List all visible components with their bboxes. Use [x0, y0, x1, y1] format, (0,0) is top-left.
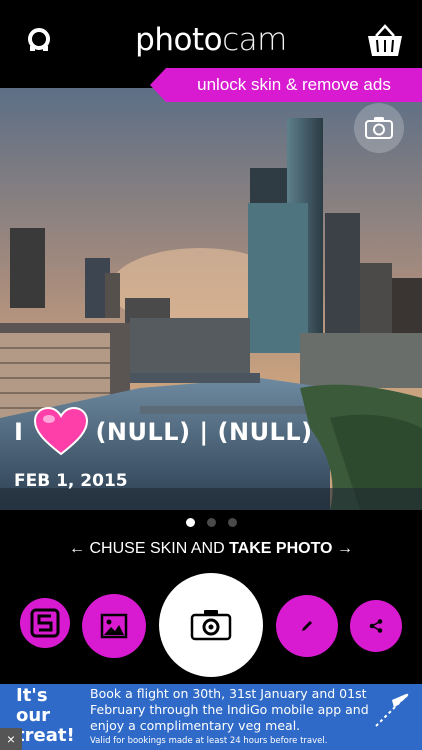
skin-caption: I (NULL) | (NULL): [14, 407, 313, 457]
ad-logo-line3: treat!: [16, 725, 75, 746]
app-title-cam: cam: [222, 22, 287, 58]
ad-banner[interactable]: It's our treat! Book a flight on 30th, 3…: [0, 684, 422, 750]
caption-text: (NULL) | (NULL): [95, 418, 313, 446]
skin-s-icon: [30, 608, 60, 638]
unlock-skin-banner[interactable]: unlock skin & remove ads: [150, 68, 422, 102]
ad-footnote: Valid for bookings made at least 24 hour…: [90, 736, 328, 746]
hint-text: ← CHUSE SKIN AND TAKE PHOTO →: [0, 540, 422, 558]
share-icon: [369, 619, 383, 633]
ad-close-button[interactable]: ×: [0, 728, 22, 750]
switch-camera-button[interactable]: [354, 103, 404, 153]
caption-date: FEB 1, 2015: [14, 471, 128, 491]
airplane-icon: [375, 691, 411, 727]
image-gallery-icon: [100, 613, 128, 639]
pager-dot[interactable]: [185, 518, 195, 527]
gallery-button[interactable]: [82, 594, 146, 658]
app-title: photocam: [0, 22, 422, 58]
shutter-button[interactable]: [159, 573, 263, 677]
pager-dot[interactable]: [227, 518, 237, 527]
pager-dot[interactable]: [206, 518, 216, 527]
skin-button[interactable]: [20, 598, 70, 648]
camera-icon: [190, 610, 232, 641]
switch-camera-icon: [365, 117, 393, 139]
pencil-icon: [302, 621, 312, 631]
ad-logo-line1: It's: [16, 685, 48, 706]
skin-pager: [0, 518, 422, 527]
hint-bold: TAKE PHOTO: [229, 540, 333, 557]
ad-text: Book a flight on 30th, 31st January and …: [90, 686, 369, 733]
app-title-photo: photo: [135, 22, 223, 58]
ad-logo: It's our treat!: [16, 686, 75, 746]
share-button[interactable]: [350, 600, 402, 652]
edit-button[interactable]: [276, 595, 338, 657]
basket-icon[interactable]: [364, 20, 406, 62]
photo-preview: I (NULL) | (NULL) FEB 1, 2015: [0, 88, 422, 510]
hint-pre: ← CHUSE SKIN AND: [69, 540, 230, 557]
hint-post: →: [332, 540, 353, 557]
caption-prefix: I: [14, 418, 24, 446]
ad-logo-line2: our: [16, 705, 51, 726]
unlock-skin-label: unlock skin & remove ads: [197, 75, 391, 94]
heart-icon: [34, 407, 89, 456]
